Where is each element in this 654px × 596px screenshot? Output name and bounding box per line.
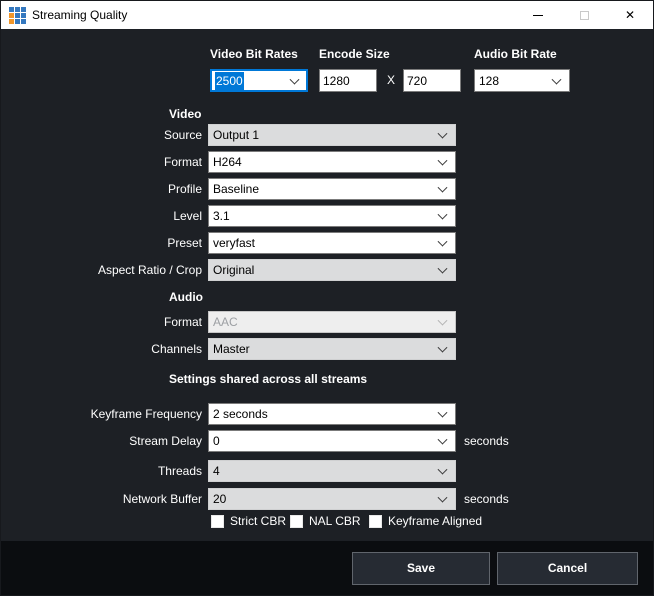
encode-width-input[interactable] <box>319 69 377 92</box>
field-label-channels: Channels <box>1 338 202 360</box>
minimize-icon <box>533 15 543 16</box>
format-dropdown[interactable]: H264 <box>208 151 456 173</box>
suffix-label: seconds <box>464 430 509 452</box>
audio-bit-rate-dropdown[interactable]: 128 <box>474 69 570 92</box>
chevron-down-icon <box>438 237 448 247</box>
field-label-threads: Threads <box>1 460 202 482</box>
close-button[interactable]: ✕ <box>607 1 653 29</box>
encode-height-input[interactable] <box>403 69 461 92</box>
checkbox-label: Keyframe Aligned <box>388 514 482 528</box>
section-header-video: Video <box>169 107 201 121</box>
chevron-down-icon <box>438 129 448 139</box>
dropdown-value: 20 <box>213 492 226 506</box>
checkbox-box[interactable] <box>290 515 303 528</box>
chevron-down-icon <box>438 210 448 220</box>
checkbox-strict-cbr[interactable]: Strict CBR <box>211 514 286 528</box>
checkbox-nal-cbr[interactable]: NAL CBR <box>290 514 361 528</box>
chevron-down-icon <box>438 264 448 274</box>
checkbox-label: Strict CBR <box>230 514 286 528</box>
video-bit-rates-label: Video Bit Rates <box>210 47 298 61</box>
keyframe-frequency-dropdown[interactable]: 2 seconds <box>208 403 456 425</box>
stream-delay-dropdown[interactable]: 0 <box>208 430 456 452</box>
dropdown-value: 4 <box>213 464 220 478</box>
field-label-keyframe-frequency: Keyframe Frequency <box>1 403 202 425</box>
window-title: Streaming Quality <box>32 1 127 29</box>
app-icon <box>9 7 26 24</box>
dropdown-value: Baseline <box>213 182 259 196</box>
field-label-format: Format <box>1 311 202 333</box>
minimize-button[interactable] <box>515 1 561 29</box>
close-icon: ✕ <box>625 9 635 21</box>
titlebar: Streaming Quality ✕ <box>1 1 653 29</box>
suffix-label: seconds <box>464 488 509 510</box>
streaming-quality-dialog: Streaming Quality ✕ Video Bit Rates 2500… <box>0 0 654 596</box>
field-label-level: Level <box>1 205 202 227</box>
source-dropdown[interactable]: Output 1 <box>208 124 456 146</box>
chevron-down-icon <box>552 74 562 84</box>
footer-bar: Save Cancel <box>1 541 653 596</box>
encode-size-separator: X <box>387 73 395 87</box>
dropdown-value: Output 1 <box>213 128 259 142</box>
field-label-network-buffer: Network Buffer <box>1 488 202 510</box>
level-dropdown[interactable]: 3.1 <box>208 205 456 227</box>
profile-dropdown[interactable]: Baseline <box>208 178 456 200</box>
video-bit-rate-dropdown[interactable]: 2500 <box>210 69 308 92</box>
network-buffer-dropdown[interactable]: 20 <box>208 488 456 510</box>
section-header-audio: Audio <box>169 290 203 304</box>
channels-dropdown[interactable]: Master <box>208 338 456 360</box>
maximize-button <box>561 1 607 29</box>
chevron-down-icon <box>438 435 448 445</box>
dropdown-value: 128 <box>479 74 499 88</box>
chevron-down-icon <box>438 156 448 166</box>
audio-bit-rate-label: Audio Bit Rate <box>474 47 557 61</box>
dropdown-value: 0 <box>213 434 220 448</box>
dropdown-value: 2500 <box>215 72 244 90</box>
dropdown-value: AAC <box>213 315 238 329</box>
chevron-down-icon <box>438 183 448 193</box>
chevron-down-icon <box>438 316 448 326</box>
dropdown-value: veryfast <box>213 236 255 250</box>
field-label-source: Source <box>1 124 202 146</box>
threads-dropdown[interactable]: 4 <box>208 460 456 482</box>
format-dropdown: AAC <box>208 311 456 333</box>
field-label-stream-delay: Stream Delay <box>1 430 202 452</box>
chevron-down-icon <box>438 343 448 353</box>
field-label-preset: Preset <box>1 232 202 254</box>
field-label-profile: Profile <box>1 178 202 200</box>
checkbox-box[interactable] <box>211 515 224 528</box>
dropdown-value: 2 seconds <box>213 407 268 421</box>
dropdown-value: Master <box>213 342 250 356</box>
save-button[interactable]: Save <box>352 552 490 585</box>
dropdown-value: 3.1 <box>213 209 230 223</box>
section-header-settings-shared-across-all-streams: Settings shared across all streams <box>169 372 367 386</box>
chevron-down-icon <box>290 74 300 84</box>
dropdown-value: Original <box>213 263 254 277</box>
checkbox-box[interactable] <box>369 515 382 528</box>
field-label-format: Format <box>1 151 202 173</box>
aspect-ratio-crop-dropdown[interactable]: Original <box>208 259 456 281</box>
chevron-down-icon <box>438 465 448 475</box>
maximize-icon <box>580 11 589 20</box>
field-label-aspect-ratio-crop: Aspect Ratio / Crop <box>1 259 202 281</box>
cancel-button[interactable]: Cancel <box>497 552 638 585</box>
checkbox-keyframe-aligned[interactable]: Keyframe Aligned <box>369 514 482 528</box>
preset-dropdown[interactable]: veryfast <box>208 232 456 254</box>
encode-size-label: Encode Size <box>319 47 390 61</box>
chevron-down-icon <box>438 408 448 418</box>
chevron-down-icon <box>438 493 448 503</box>
checkbox-label: NAL CBR <box>309 514 361 528</box>
dropdown-value: H264 <box>213 155 242 169</box>
